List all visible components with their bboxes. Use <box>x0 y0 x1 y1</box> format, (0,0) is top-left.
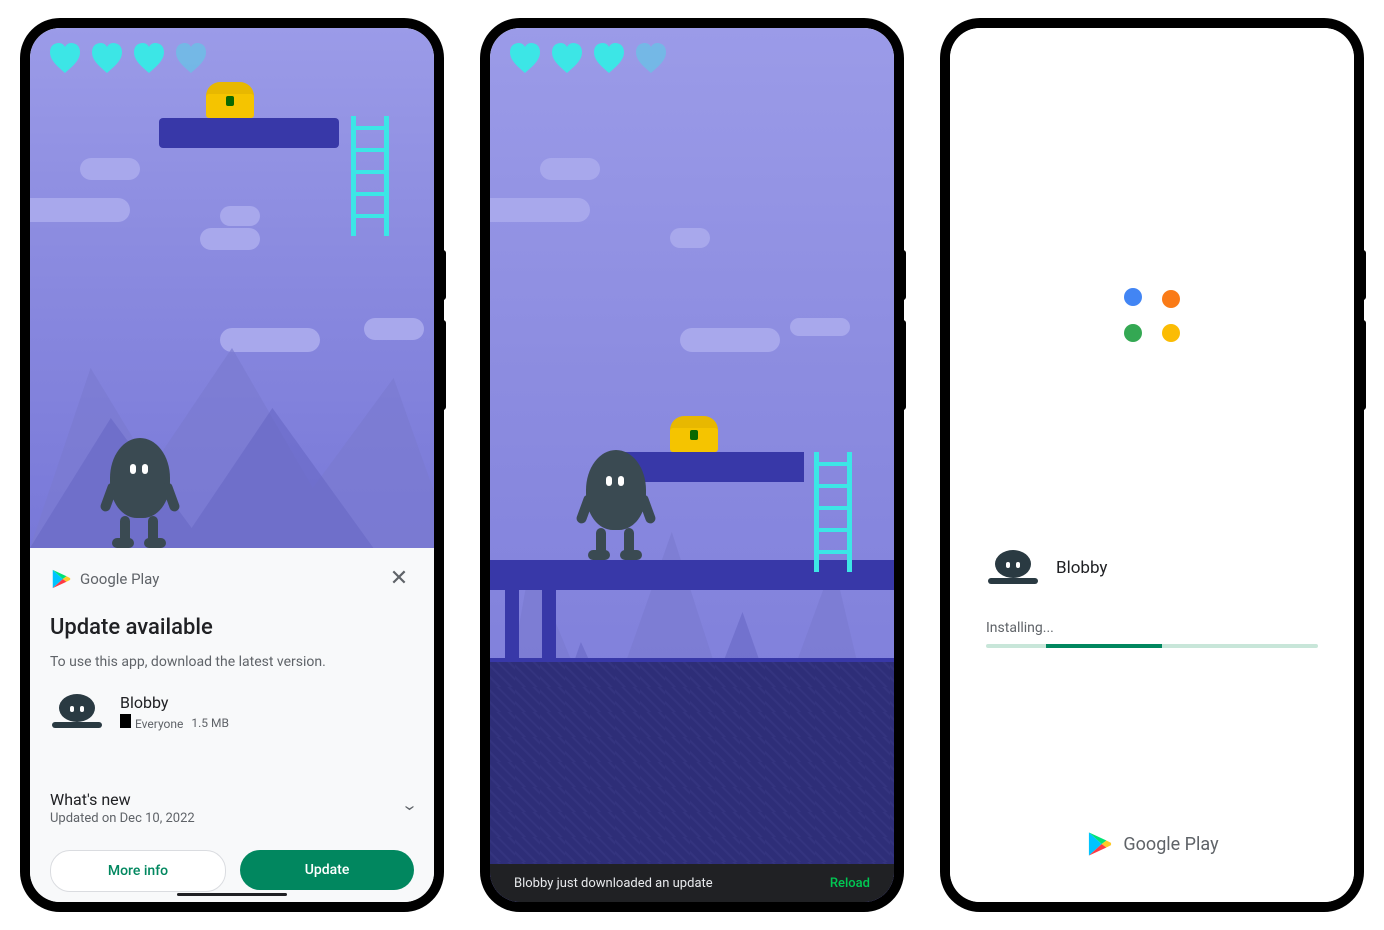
more-info-button[interactable]: More info <box>50 850 226 892</box>
cloud <box>220 328 320 352</box>
google-play-icon <box>50 568 72 590</box>
loading-dots <box>1124 288 1180 342</box>
close-icon[interactable]: ✕ <box>384 566 414 591</box>
snackbar: Blobby just downloaded an update Reload <box>490 864 894 902</box>
google-play-footer: Google Play <box>1085 830 1218 858</box>
screen-installing: Blobby Installing... Google Play <box>950 28 1354 902</box>
app-icon <box>50 692 104 732</box>
google-play-icon <box>1085 830 1113 858</box>
chest-icon <box>206 82 254 118</box>
hearts-indicator <box>506 40 670 78</box>
esrb-icon <box>120 714 131 728</box>
app-name: Blobby <box>1056 558 1107 578</box>
game-area: Blobby just downloaded an update Reload <box>490 28 894 902</box>
heart-icon <box>46 40 84 78</box>
heart-icon <box>506 40 544 78</box>
app-icon <box>986 548 1040 588</box>
heart-icon <box>172 40 210 78</box>
heart-icon <box>88 40 126 78</box>
cloud <box>790 318 850 336</box>
dot-icon <box>1124 288 1142 306</box>
brand-label: Google Play <box>80 570 159 588</box>
game-area <box>30 28 434 548</box>
platform <box>490 560 790 590</box>
sheet-subtitle: To use this app, download the latest ver… <box>50 654 414 670</box>
app-name: Blobby <box>120 693 229 712</box>
heart-icon <box>590 40 628 78</box>
screen-update-available: Google Play ✕ Update available To use th… <box>30 28 434 902</box>
whats-new-row[interactable]: What's new Updated on Dec 10, 2022 › <box>50 770 414 826</box>
blobby-character <box>576 450 656 560</box>
dot-icon <box>1162 290 1180 308</box>
dot-icon <box>1124 324 1142 342</box>
phone-mockup-1: Google Play ✕ Update available To use th… <box>22 20 442 910</box>
whats-new-date: Updated on Dec 10, 2022 <box>50 811 195 826</box>
update-bottom-sheet: Google Play ✕ Update available To use th… <box>30 548 434 902</box>
mountains-bg <box>30 268 434 548</box>
heart-icon <box>548 40 586 78</box>
cloud <box>490 198 590 222</box>
heart-icon <box>632 40 670 78</box>
blobby-character <box>100 438 180 548</box>
cloud <box>30 198 130 222</box>
heart-icon <box>130 40 168 78</box>
app-info-row: Blobby Everyone 1.5 MB <box>50 692 414 732</box>
progress-bar <box>986 644 1318 648</box>
sheet-title: Update available <box>50 615 414 640</box>
brand-label: Google Play <box>1123 834 1218 855</box>
snackbar-message: Blobby just downloaded an update <box>514 876 713 891</box>
cloud <box>364 318 424 340</box>
hearts-indicator <box>46 40 210 78</box>
cloud <box>80 158 140 180</box>
pillar <box>505 590 519 662</box>
pillar <box>542 590 556 662</box>
whats-new-title: What's new <box>50 790 195 809</box>
dot-icon <box>1162 324 1180 342</box>
ladder <box>814 452 852 572</box>
cloud <box>680 328 780 352</box>
screen-snackbar: Blobby just downloaded an update Reload <box>490 28 894 902</box>
chevron-down-icon: › <box>399 805 423 811</box>
app-size: 1.5 MB <box>191 716 229 730</box>
phone-mockup-2: Blobby just downloaded an update Reload <box>482 20 902 910</box>
chest-icon <box>670 416 718 452</box>
cloud <box>540 158 600 180</box>
app-rating: Everyone 1.5 MB <box>120 714 229 731</box>
update-button[interactable]: Update <box>240 850 414 890</box>
cloud <box>200 228 260 250</box>
ladder <box>351 116 389 236</box>
phone-mockup-3: Blobby Installing... Google Play <box>942 20 1362 910</box>
platform <box>159 118 339 148</box>
install-status: Installing... <box>986 620 1318 636</box>
cloud <box>220 206 260 226</box>
rating-label: Everyone <box>135 717 183 731</box>
install-app-row: Blobby <box>986 548 1318 588</box>
home-indicator[interactable] <box>177 893 287 896</box>
reload-button[interactable]: Reload <box>830 876 870 891</box>
cloud <box>670 228 710 248</box>
google-play-brand: Google Play <box>50 568 159 590</box>
